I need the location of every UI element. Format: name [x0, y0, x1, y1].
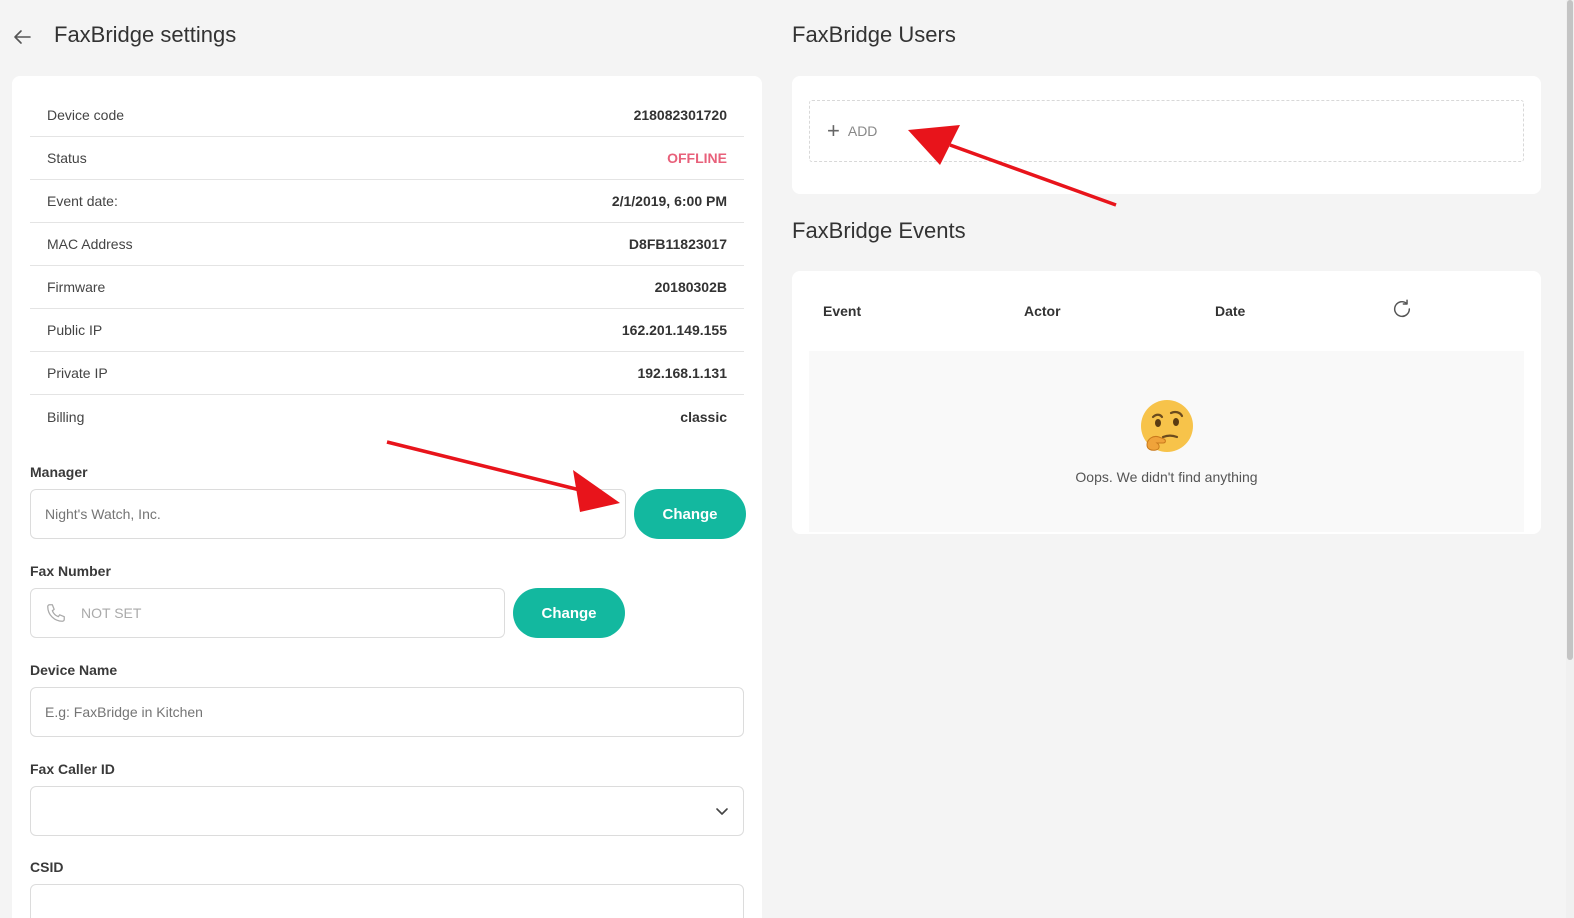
events-card: Event Actor Date Oops. We didn't find an…	[792, 271, 1541, 534]
device-info-row: Status OFFLINE	[30, 137, 744, 180]
device-info-row: Private IP 192.168.1.131	[30, 352, 744, 395]
device-info-value: OFFLINE	[667, 150, 727, 166]
device-info-label: MAC Address	[47, 236, 133, 252]
fax-caller-id-label: Fax Caller ID	[30, 761, 115, 777]
device-info-table: Device code 218082301720 Status OFFLINE Even…	[30, 94, 744, 438]
manager-change-button[interactable]: Change	[634, 489, 746, 539]
fax-number-change-button[interactable]: Change	[513, 588, 625, 638]
page-title: FaxBridge settings	[54, 22, 237, 47]
page-scrollbar[interactable]	[1566, 0, 1574, 918]
fax-number-label: Fax Number	[30, 563, 111, 579]
fax-number-field: Fax Number NOT SET Change	[30, 563, 625, 638]
device-info-value: 2/1/2019, 6:00 PM	[611, 193, 727, 209]
thinking-face-icon	[1140, 399, 1193, 452]
scrollbar-thumb[interactable]	[1567, 0, 1573, 660]
events-empty-state: Oops. We didn't find anything	[809, 351, 1524, 532]
device-info-label: Billing	[47, 408, 85, 425]
chevron-down-icon	[716, 808, 728, 815]
fax-number-value: NOT SET	[81, 605, 142, 621]
device-info-row: Event date: 2/1/2019, 6:00 PM	[30, 180, 744, 223]
manager-label: Manager	[30, 464, 88, 480]
phone-icon	[47, 604, 65, 622]
add-user-button[interactable]: + ADD	[809, 100, 1524, 162]
device-info-value: 20180302B	[654, 279, 727, 295]
device-info-label: Status	[47, 150, 87, 166]
csid-field: CSID	[30, 859, 744, 918]
device-name-label: Device Name	[30, 662, 118, 678]
events-column-event: Event	[823, 303, 862, 319]
device-info-label: Private IP	[47, 365, 108, 381]
events-column-actor: Actor	[1024, 303, 1061, 319]
device-info-row: Device code 218082301720	[30, 94, 744, 137]
device-info-label: Event date:	[47, 193, 118, 209]
device-info-row: Firmware 20180302B	[30, 266, 744, 309]
add-user-label: ADD	[847, 123, 878, 139]
manager-input[interactable]	[30, 489, 626, 539]
fax-caller-id-select[interactable]	[30, 786, 744, 836]
events-title: FaxBridge Events	[792, 218, 966, 243]
device-info-value: classic	[680, 408, 727, 425]
device-info-row: MAC Address D8FB11823017	[30, 223, 744, 266]
device-info-value: 218082301720	[633, 107, 727, 123]
device-name-input[interactable]	[30, 687, 744, 737]
users-card: + ADD	[792, 76, 1541, 194]
device-info-row: Billing classic	[30, 395, 744, 438]
csid-label: CSID	[30, 859, 64, 875]
back-arrow-icon[interactable]	[12, 27, 32, 47]
csid-input[interactable]	[30, 884, 744, 918]
fax-number-input[interactable]: NOT SET	[30, 588, 505, 638]
device-info-label: Firmware	[47, 279, 106, 295]
plus-icon: +	[827, 118, 840, 143]
device-info-label: Device code	[47, 107, 125, 123]
device-info-value: 162.201.149.155	[621, 322, 727, 338]
events-table-header: Event Actor Date	[809, 271, 1524, 351]
device-info-row: Public IP 162.201.149.155	[30, 309, 744, 352]
users-title: FaxBridge Users	[792, 22, 956, 47]
device-info-value: D8FB11823017	[628, 236, 727, 252]
fax-caller-id-field: Fax Caller ID	[30, 761, 744, 836]
device-info-label: Public IP	[47, 322, 103, 338]
events-column-date: Date	[1215, 303, 1246, 319]
manager-field: Manager Change	[30, 464, 746, 539]
device-name-field: Device Name	[30, 662, 744, 737]
events-empty-text: Oops. We didn't find anything	[1075, 468, 1258, 485]
device-info-value: 192.168.1.131	[637, 365, 727, 381]
refresh-icon[interactable]	[1391, 298, 1413, 320]
